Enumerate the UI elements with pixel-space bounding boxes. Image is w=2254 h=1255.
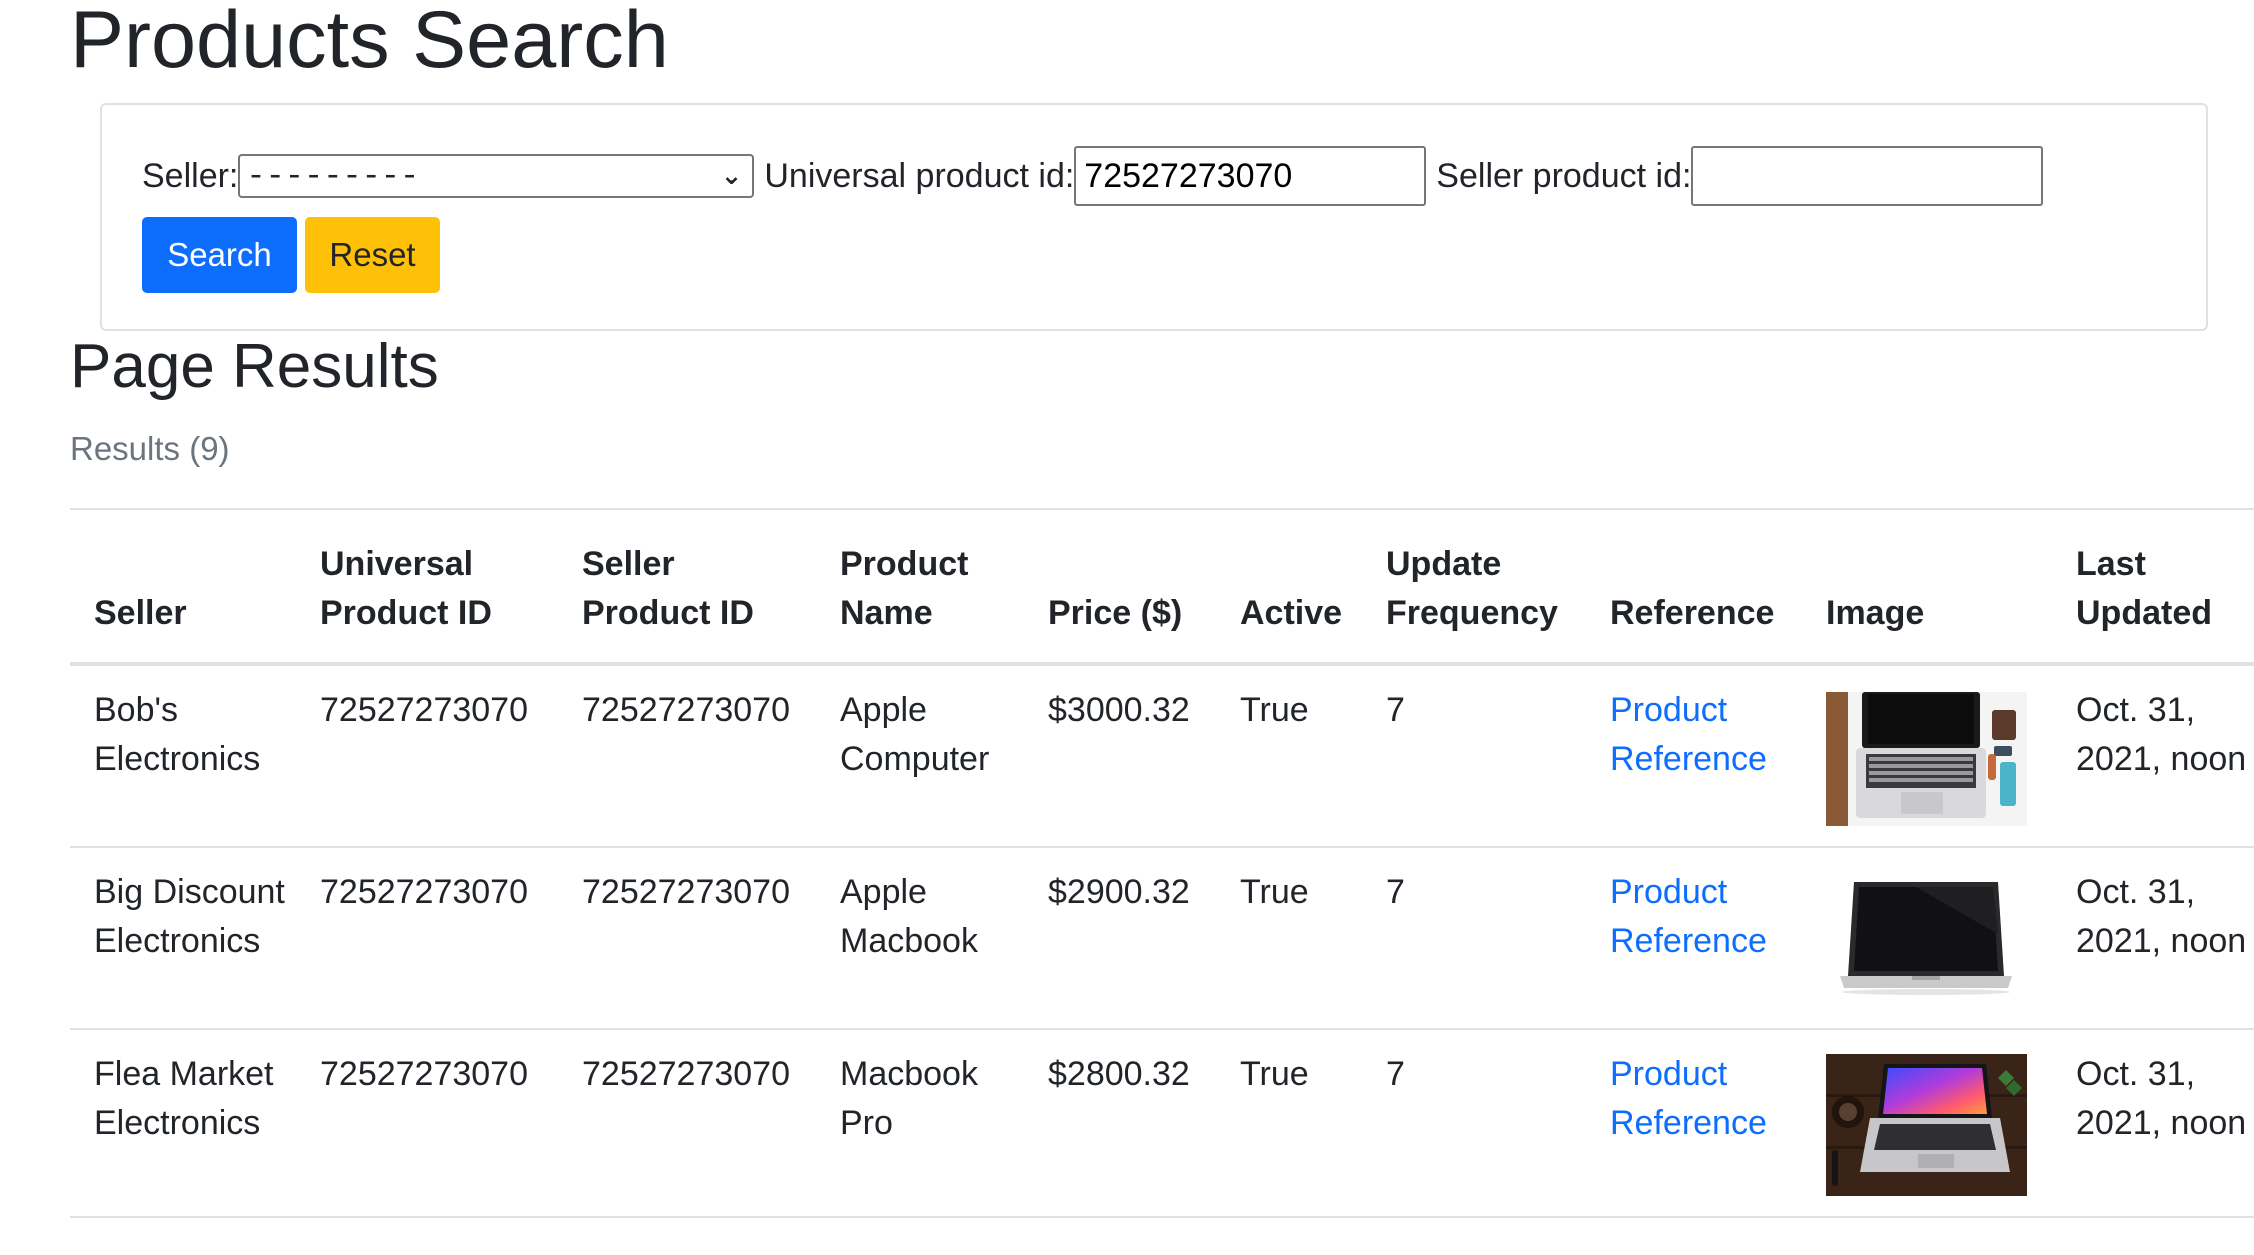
- header-image: Image: [1802, 509, 2052, 664]
- cell-seller: Big Discount Electronics: [94, 873, 285, 960]
- header-active-text: Active: [1240, 594, 1343, 632]
- cell-price: $3000.32: [1048, 691, 1190, 729]
- cell-upid: 72527273070: [320, 873, 529, 911]
- cell-image: [1802, 1029, 2052, 1217]
- product-image-laptop[interactable]: [1826, 874, 2027, 1008]
- cell-name: Apple Macbook: [840, 873, 978, 960]
- header-name: Product Name: [816, 509, 1024, 664]
- cell-spid: 72527273070: [582, 1055, 791, 1093]
- cell-image: [1802, 664, 2052, 847]
- cell-reference: Product Reference: [1586, 1029, 1802, 1217]
- product-reference-link[interactable]: Product Reference: [1610, 873, 1767, 960]
- cell-frequency: 7: [1386, 873, 1405, 911]
- cell-price: $2900.32: [1048, 873, 1190, 911]
- cell-updated: Oct. 31, 2021, noon: [2076, 1055, 2247, 1142]
- cell-image: [1802, 847, 2052, 1029]
- table-header-row: Seller Universal Product ID Seller Product…: [70, 509, 2254, 664]
- cell-active: True: [1240, 691, 1309, 729]
- product-image-laptop-desk[interactable]: [1826, 692, 2027, 826]
- header-reference: Reference: [1586, 509, 1802, 664]
- header-updated-line1: Last: [2076, 545, 2146, 583]
- cell-reference: Product Reference: [1586, 847, 1802, 1029]
- form-buttons: Search Reset: [142, 217, 440, 293]
- header-spid: Seller Product ID: [558, 509, 816, 664]
- cell-seller: Bob's Electronics: [94, 691, 261, 778]
- header-spid-line1: Seller: [582, 545, 675, 583]
- product-image-macbook-pro[interactable]: [1826, 1054, 2027, 1196]
- header-name-line2: Name: [840, 594, 933, 632]
- header-updated-line2: Updated: [2076, 594, 2212, 632]
- header-active: Active: [1216, 509, 1362, 664]
- header-name-line1: Product: [840, 545, 969, 583]
- header-upid: Universal Product ID: [296, 509, 558, 664]
- results-count: Results (9): [70, 430, 230, 467]
- cell-name: Macbook Pro: [840, 1055, 978, 1142]
- table-row: Big Discount Electronics 72527273070 725…: [70, 847, 2254, 1029]
- cell-frequency: 7: [1386, 691, 1405, 729]
- cell-updated: Oct. 31, 2021, noon: [2076, 873, 2247, 960]
- cell-price: $2800.32: [1048, 1055, 1190, 1093]
- seller-select[interactable]: --------- ⌄: [238, 154, 755, 198]
- product-reference-link[interactable]: Product Reference: [1610, 1055, 1767, 1142]
- spid-input[interactable]: [1691, 146, 2044, 206]
- cell-reference: Product Reference: [1586, 664, 1802, 847]
- search-form: Seller: --------- ⌄ Universal product id…: [100, 103, 2208, 331]
- header-upid-line1: Universal: [320, 545, 474, 583]
- header-image-text: Image: [1826, 594, 1925, 632]
- cell-updated: Oct. 31, 2021, noon: [2076, 691, 2247, 778]
- cell-upid: 72527273070: [320, 691, 529, 729]
- header-frequency: Update Frequency: [1362, 509, 1586, 664]
- reset-button[interactable]: Reset: [305, 217, 440, 293]
- header-seller-text: Seller: [94, 594, 187, 632]
- cell-active: True: [1240, 1055, 1309, 1093]
- chevron-down-icon: ⌄: [720, 161, 743, 191]
- cell-frequency: 7: [1386, 1055, 1405, 1093]
- table-row: Flea Market Electronics 72527273070 7252…: [70, 1029, 2254, 1217]
- spid-label: Seller product id:: [1436, 156, 1692, 195]
- header-price-text: Price ($): [1048, 594, 1183, 632]
- product-reference-link[interactable]: Product Reference: [1610, 691, 1767, 778]
- header-frequency-line2: Frequency: [1386, 594, 1558, 632]
- upid-input-value: 72527273070: [1084, 156, 1293, 195]
- header-spid-line2: Product ID: [582, 594, 754, 632]
- cell-spid: 72527273070: [582, 691, 791, 729]
- search-fields-row: Seller: --------- ⌄ Universal product id…: [142, 145, 2044, 207]
- header-frequency-line1: Update: [1386, 545, 1502, 583]
- cell-seller: Flea Market Electronics: [94, 1055, 274, 1142]
- seller-select-value: ---------: [246, 157, 420, 195]
- cell-active: True: [1240, 873, 1309, 911]
- upid-label: Universal product id:: [764, 156, 1075, 195]
- header-reference-text: Reference: [1610, 594, 1775, 632]
- cell-spid: 72527273070: [582, 873, 791, 911]
- results-table: Seller Universal Product ID Seller Product…: [70, 508, 2254, 1218]
- header-upid-line2: Product ID: [320, 594, 492, 632]
- header-seller: Seller: [70, 509, 296, 664]
- header-updated: Last Updated: [2052, 509, 2254, 664]
- page-title: Products Search: [70, 0, 669, 85]
- cell-name: Apple Computer: [840, 691, 990, 778]
- seller-label: Seller:: [142, 156, 239, 195]
- table-row: Bob's Electronics 72527273070 7252727307…: [70, 664, 2254, 847]
- upid-input[interactable]: 72527273070: [1074, 146, 1427, 206]
- results-table-wrapper: Seller Universal Product ID Seller Product…: [70, 508, 2254, 1218]
- search-button[interactable]: Search: [142, 217, 297, 293]
- header-price: Price ($): [1024, 509, 1216, 664]
- cell-upid: 72527273070: [320, 1055, 529, 1093]
- results-title: Page Results: [70, 332, 439, 401]
